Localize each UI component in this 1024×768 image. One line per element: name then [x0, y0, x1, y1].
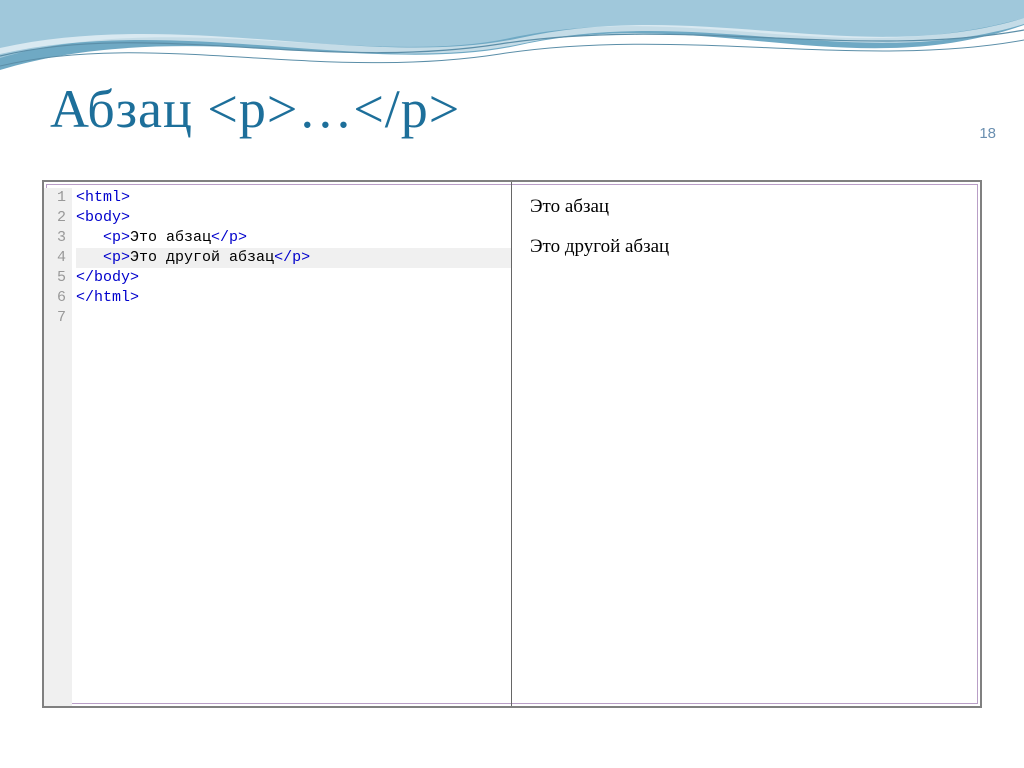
code-line: <p>Это абзац</p>	[76, 228, 511, 248]
page-number: 18	[979, 125, 996, 142]
code-line: </body>	[76, 268, 511, 288]
line-number: 3	[48, 228, 66, 248]
code-line: <html>	[76, 188, 511, 208]
example-box: 1234567 <html><body> <p>Это абзац</p> <p…	[42, 180, 982, 708]
line-number: 5	[48, 268, 66, 288]
code-line: </html>	[76, 288, 511, 308]
preview-paragraph-2: Это другой абзац	[530, 236, 962, 258]
slide: Абзац <p>…</p> 1234567 <html><body> <p>Э…	[0, 0, 1024, 152]
line-number: 2	[48, 208, 66, 228]
line-number: 4	[48, 248, 66, 268]
line-number: 7	[48, 308, 66, 328]
line-number: 6	[48, 288, 66, 308]
line-number-gutter: 1234567	[44, 188, 72, 706]
slide-title: Абзац <p>…</p>	[0, 0, 1024, 152]
preview-pane: Это абзац Это другой абзац	[512, 182, 980, 706]
code-line: <p>Это другой абзац</p>	[76, 248, 511, 268]
code-line: <body>	[76, 208, 511, 228]
code-line	[76, 308, 511, 328]
preview-paragraph-1: Это абзац	[530, 196, 962, 218]
code-pane: 1234567 <html><body> <p>Это абзац</p> <p…	[44, 182, 512, 706]
code-listing: <html><body> <p>Это абзац</p> <p>Это дру…	[72, 188, 511, 706]
line-number: 1	[48, 188, 66, 208]
